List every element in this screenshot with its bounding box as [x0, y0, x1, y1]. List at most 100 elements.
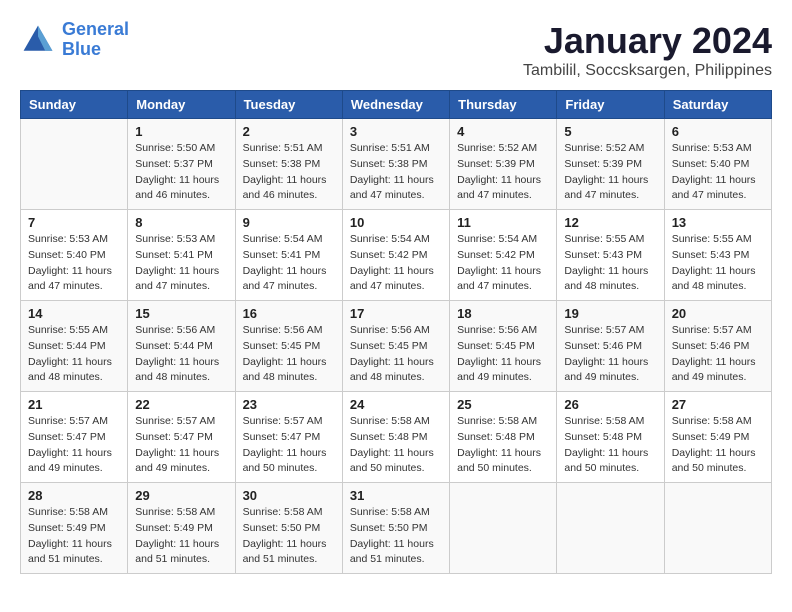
calendar-cell: 10 Sunrise: 5:54 AMSunset: 5:42 PMDayligh…	[342, 210, 449, 301]
day-info: Sunrise: 5:56 AMSunset: 5:44 PMDaylight:…	[135, 323, 227, 386]
day-info: Sunrise: 5:58 AMSunset: 5:50 PMDaylight:…	[243, 505, 335, 568]
day-info: Sunrise: 5:57 AMSunset: 5:47 PMDaylight:…	[28, 414, 120, 477]
calendar-cell: 25Sunrise: 5:58 AMSunset: 5:48 PMDayligh…	[450, 392, 557, 483]
calendar-cell: 29 Sunrise: 5:58 AMSunset: 5:49 PMDayligh…	[128, 483, 235, 574]
day-info: Sunrise: 5:54 AMSunset: 5:42 PMDaylight:…	[350, 232, 442, 295]
calendar-cell: 11 Sunrise: 5:54 AMSunset: 5:42 PMDayligh…	[450, 210, 557, 301]
day-info: Sunrise: 5:58 AMSunset: 5:49 PMDaylight:…	[28, 505, 120, 568]
day-info: Sunrise: 5:58 AMSunset: 5:48 PMDaylight:…	[564, 414, 656, 477]
day-info: Sunrise: 5:58 AMSunset: 5:48 PMDaylight:…	[350, 414, 442, 477]
day-number: 15	[135, 306, 227, 321]
day-number: 2	[243, 124, 335, 139]
calendar-cell: 30Sunrise: 5:58 AMSunset: 5:50 PMDayligh…	[235, 483, 342, 574]
day-header-wednesday: Wednesday	[342, 91, 449, 119]
calendar-cell: 16Sunrise: 5:56 AMSunset: 5:45 PMDayligh…	[235, 301, 342, 392]
day-number: 27	[672, 397, 764, 412]
title-block: January 2024 Tambilil, Soccsksargen, Phi…	[523, 20, 772, 80]
calendar-cell	[557, 483, 664, 574]
day-number: 23	[243, 397, 335, 412]
day-number: 7	[28, 215, 120, 230]
day-info: Sunrise: 5:51 AMSunset: 5:38 PMDaylight:…	[243, 141, 335, 204]
calendar-cell: 27Sunrise: 5:58 AMSunset: 5:49 PMDayligh…	[664, 392, 771, 483]
day-info: Sunrise: 5:51 AMSunset: 5:38 PMDaylight:…	[350, 141, 442, 204]
calendar-cell: 6Sunrise: 5:53 AMSunset: 5:40 PMDaylight…	[664, 119, 771, 210]
calendar-cell: 12Sunrise: 5:55 AMSunset: 5:43 PMDayligh…	[557, 210, 664, 301]
week-row-4: 21Sunrise: 5:57 AMSunset: 5:47 PMDayligh…	[21, 392, 772, 483]
calendar-cell	[21, 119, 128, 210]
calendar-cell: 15 Sunrise: 5:56 AMSunset: 5:44 PMDayligh…	[128, 301, 235, 392]
logo-icon	[20, 22, 56, 58]
day-info: Sunrise: 5:57 AMSunset: 5:46 PMDaylight:…	[672, 323, 764, 386]
day-info: Sunrise: 5:53 AMSunset: 5:41 PMDaylight:…	[135, 232, 227, 295]
calendar-cell: 5Sunrise: 5:52 AMSunset: 5:39 PMDaylight…	[557, 119, 664, 210]
day-header-saturday: Saturday	[664, 91, 771, 119]
day-info: Sunrise: 5:53 AMSunset: 5:40 PMDaylight:…	[28, 232, 120, 295]
day-info: Sunrise: 5:57 AMSunset: 5:47 PMDaylight:…	[135, 414, 227, 477]
calendar-cell: 13 Sunrise: 5:55 AMSunset: 5:43 PMDayligh…	[664, 210, 771, 301]
calendar-cell	[450, 483, 557, 574]
logo-line2: Blue	[62, 39, 101, 59]
day-header-thursday: Thursday	[450, 91, 557, 119]
logo-line1: General	[62, 19, 129, 39]
day-info: Sunrise: 5:58 AMSunset: 5:50 PMDaylight:…	[350, 505, 442, 568]
day-info: Sunrise: 5:54 AMSunset: 5:41 PMDaylight:…	[243, 232, 335, 295]
week-row-1: 1Sunrise: 5:50 AMSunset: 5:37 PMDaylight…	[21, 119, 772, 210]
day-number: 28	[28, 488, 120, 503]
day-info: Sunrise: 5:52 AMSunset: 5:39 PMDaylight:…	[457, 141, 549, 204]
day-info: Sunrise: 5:55 AMSunset: 5:43 PMDaylight:…	[672, 232, 764, 295]
calendar-cell: 9 Sunrise: 5:54 AMSunset: 5:41 PMDaylight…	[235, 210, 342, 301]
calendar-table: SundayMondayTuesdayWednesdayThursdayFrid…	[20, 90, 772, 574]
week-row-5: 28 Sunrise: 5:58 AMSunset: 5:49 PMDayligh…	[21, 483, 772, 574]
day-number: 22	[135, 397, 227, 412]
calendar-title: January 2024	[523, 20, 772, 62]
day-header-sunday: Sunday	[21, 91, 128, 119]
logo-text: General Blue	[62, 20, 129, 60]
day-number: 12	[564, 215, 656, 230]
day-number: 4	[457, 124, 549, 139]
day-number: 9	[243, 215, 335, 230]
day-number: 3	[350, 124, 442, 139]
day-info: Sunrise: 5:56 AMSunset: 5:45 PMDaylight:…	[350, 323, 442, 386]
day-number: 31	[350, 488, 442, 503]
day-info: Sunrise: 5:58 AMSunset: 5:48 PMDaylight:…	[457, 414, 549, 477]
calendar-cell: 19 Sunrise: 5:57 AMSunset: 5:46 PMDayligh…	[557, 301, 664, 392]
day-info: Sunrise: 5:52 AMSunset: 5:39 PMDaylight:…	[564, 141, 656, 204]
day-number: 11	[457, 215, 549, 230]
day-info: Sunrise: 5:55 AMSunset: 5:44 PMDaylight:…	[28, 323, 120, 386]
calendar-cell: 7 Sunrise: 5:53 AMSunset: 5:40 PMDaylight…	[21, 210, 128, 301]
calendar-cell: 21Sunrise: 5:57 AMSunset: 5:47 PMDayligh…	[21, 392, 128, 483]
day-header-monday: Monday	[128, 91, 235, 119]
day-number: 19	[564, 306, 656, 321]
day-number: 17	[350, 306, 442, 321]
calendar-cell: 3 Sunrise: 5:51 AMSunset: 5:38 PMDaylight…	[342, 119, 449, 210]
header-row: SundayMondayTuesdayWednesdayThursdayFrid…	[21, 91, 772, 119]
page-header: General Blue January 2024 Tambilil, Socc…	[20, 20, 772, 80]
day-number: 13	[672, 215, 764, 230]
day-number: 14	[28, 306, 120, 321]
day-info: Sunrise: 5:57 AMSunset: 5:47 PMDaylight:…	[243, 414, 335, 477]
calendar-cell: 23 Sunrise: 5:57 AMSunset: 5:47 PMDayligh…	[235, 392, 342, 483]
day-number: 6	[672, 124, 764, 139]
day-info: Sunrise: 5:58 AMSunset: 5:49 PMDaylight:…	[135, 505, 227, 568]
day-number: 10	[350, 215, 442, 230]
calendar-cell: 24 Sunrise: 5:58 AMSunset: 5:48 PMDayligh…	[342, 392, 449, 483]
calendar-cell	[664, 483, 771, 574]
calendar-cell: 31 Sunrise: 5:58 AMSunset: 5:50 PMDayligh…	[342, 483, 449, 574]
calendar-cell: 14 Sunrise: 5:55 AMSunset: 5:44 PMDayligh…	[21, 301, 128, 392]
calendar-cell: 4 Sunrise: 5:52 AMSunset: 5:39 PMDaylight…	[450, 119, 557, 210]
day-header-friday: Friday	[557, 91, 664, 119]
calendar-cell: 18Sunrise: 5:56 AMSunset: 5:45 PMDayligh…	[450, 301, 557, 392]
day-number: 29	[135, 488, 227, 503]
week-row-3: 14 Sunrise: 5:55 AMSunset: 5:44 PMDayligh…	[21, 301, 772, 392]
day-number: 26	[564, 397, 656, 412]
day-number: 24	[350, 397, 442, 412]
day-info: Sunrise: 5:56 AMSunset: 5:45 PMDaylight:…	[243, 323, 335, 386]
week-row-2: 7 Sunrise: 5:53 AMSunset: 5:40 PMDaylight…	[21, 210, 772, 301]
day-number: 8	[135, 215, 227, 230]
day-info: Sunrise: 5:54 AMSunset: 5:42 PMDaylight:…	[457, 232, 549, 295]
logo: General Blue	[20, 20, 129, 60]
calendar-cell: 1Sunrise: 5:50 AMSunset: 5:37 PMDaylight…	[128, 119, 235, 210]
calendar-cell: 26 Sunrise: 5:58 AMSunset: 5:48 PMDayligh…	[557, 392, 664, 483]
calendar-cell: 28 Sunrise: 5:58 AMSunset: 5:49 PMDayligh…	[21, 483, 128, 574]
day-info: Sunrise: 5:57 AMSunset: 5:46 PMDaylight:…	[564, 323, 656, 386]
